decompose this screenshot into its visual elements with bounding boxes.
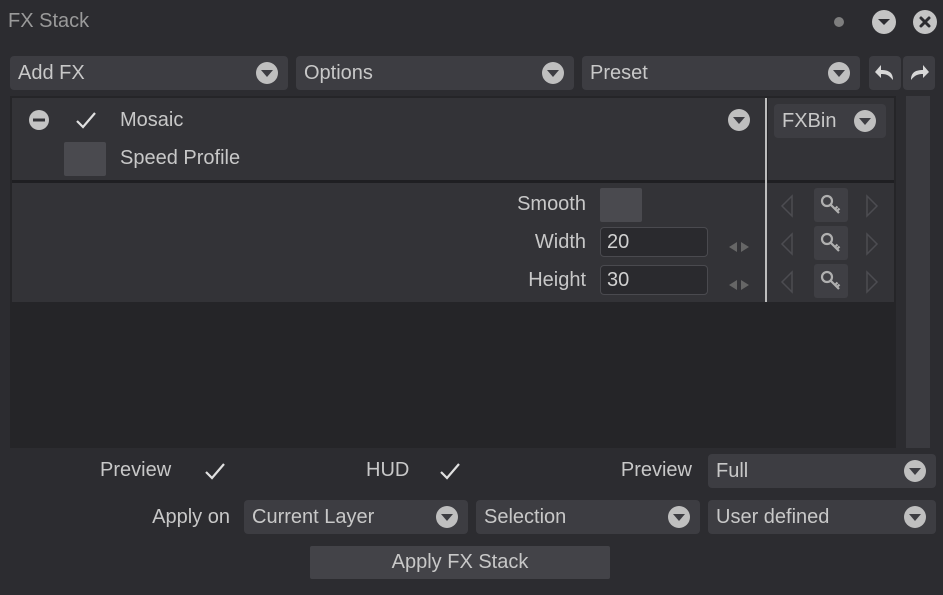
key-button[interactable] [814,226,848,260]
check-icon [76,112,96,129]
fx-name: Mosaic [120,109,184,131]
height-input[interactable]: 30 [600,265,708,295]
preview-mode-value: Full [716,459,749,482]
fx-bin-dropdown[interactable]: FXBin [774,104,886,138]
smooth-checkbox[interactable] [600,188,642,222]
chevron-down-icon [854,110,876,132]
next-key-button[interactable] [865,232,879,262]
chevron-down-icon [436,506,458,528]
key-button[interactable] [814,188,848,222]
apply-on-selection-dropdown[interactable]: Selection [476,500,700,534]
fx-menu-button[interactable] [728,109,750,131]
apply-on-selection-value: Selection [484,505,567,528]
remove-fx-button[interactable] [28,109,50,137]
triangle-right-icon [866,270,879,294]
minimize-button[interactable] [872,10,896,34]
key-button[interactable] [814,264,848,298]
close-icon [919,16,931,28]
chevron-down-icon [904,460,926,482]
hud-label: HUD [366,459,410,481]
redo-button[interactable] [903,56,935,90]
speed-profile-label: Speed Profile [120,147,241,169]
arrow-left-right-icon [729,242,749,252]
preview-label: Preview [100,459,172,481]
apply-on-range-dropdown[interactable]: User defined [708,500,936,534]
add-fx-label: Add FX [18,61,85,84]
window-dot-icon [834,17,844,27]
redo-icon [911,65,929,80]
close-button[interactable] [913,10,937,34]
add-fx-dropdown[interactable]: Add FX [10,56,288,90]
triangle-left-icon [780,194,793,218]
chevron-down-icon [542,62,564,84]
scrollbar-track[interactable] [906,96,930,448]
undo-button[interactable] [869,56,901,90]
height-stepper[interactable] [728,274,750,297]
check-icon [440,463,460,480]
preset-dropdown[interactable]: Preset [582,56,860,90]
triangle-left-icon [780,232,793,256]
apply-on-layer-value: Current Layer [252,505,375,528]
prev-key-button[interactable] [780,194,794,224]
width-stepper[interactable] [728,236,750,259]
options-dropdown[interactable]: Options [296,56,574,90]
window-title: FX Stack [8,10,90,32]
key-icon [820,270,841,290]
next-key-button[interactable] [865,270,879,300]
undo-icon [875,65,893,80]
preview-checkbox[interactable] [204,461,226,487]
apply-on-layer-dropdown[interactable]: Current Layer [244,500,468,534]
height-label: Height [528,269,586,291]
width-label: Width [534,231,586,253]
chevron-down-icon [256,62,278,84]
chevron-down-icon [904,506,926,528]
apply-on-label: Apply on [152,506,230,528]
chevron-down-icon [668,506,690,528]
chevron-down-icon [728,109,750,131]
next-key-button[interactable] [865,194,879,224]
smooth-label: Smooth [517,193,586,215]
fx-enabled-checkbox[interactable] [75,110,97,136]
fx-bin-label: FXBin [782,109,837,132]
apply-fx-stack-button[interactable]: Apply FX Stack [310,546,610,579]
preset-label: Preset [590,61,648,84]
chevron-down-icon [828,62,850,84]
key-icon [820,232,841,252]
chevron-down-icon [878,19,890,25]
triangle-right-icon [866,194,879,218]
minus-circle-icon [29,110,49,130]
triangle-right-icon [866,232,879,256]
preview-mode-dropdown[interactable]: Full [708,454,936,488]
hud-checkbox[interactable] [439,461,461,487]
width-input[interactable]: 20 [600,227,708,257]
speed-profile-checkbox[interactable] [64,142,106,176]
key-icon [820,194,841,214]
apply-on-range-value: User defined [716,505,830,528]
prev-key-button[interactable] [780,232,794,262]
arrow-left-right-icon [729,280,749,290]
preview-mode-label: Preview [620,459,692,481]
triangle-left-icon [780,270,793,294]
options-label: Options [304,61,373,84]
check-icon [205,463,225,480]
prev-key-button[interactable] [780,270,794,300]
